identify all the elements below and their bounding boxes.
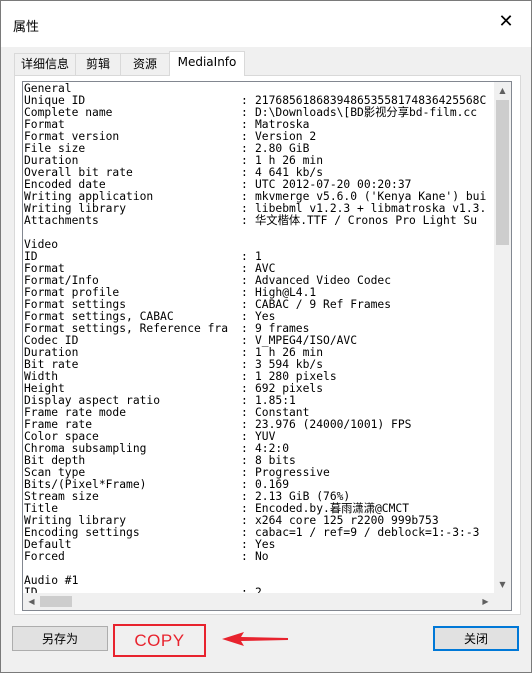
window-title: 属性 [13, 20, 40, 35]
mediainfo-text: General Unique ID:21768561868394865355817… [24, 83, 498, 594]
copy-annotation-box: COPY [113, 624, 206, 657]
close-button[interactable]: 关闭 [433, 626, 519, 651]
tab-mediainfo[interactable]: MediaInfo [169, 51, 245, 76]
mediainfo-value: CABAC / 9 Ref Frames [255, 298, 392, 311]
mediainfo-separator: : [241, 550, 248, 563]
tab-clip[interactable]: 剪辑 [75, 53, 121, 75]
save-as-button[interactable]: 另存为 [12, 626, 108, 651]
mediainfo-panel: General Unique ID:21768561868394865355817… [14, 75, 521, 615]
vertical-scrollbar[interactable]: ▲ ▼ [494, 82, 511, 593]
scroll-up-icon[interactable]: ▲ [494, 82, 511, 99]
horizontal-scroll-thumb[interactable] [40, 596, 72, 607]
tab-resources[interactable]: 资源 [120, 53, 170, 75]
scroll-down-icon[interactable]: ▼ [494, 576, 511, 593]
mediainfo-value: 华文楷体.TTF / Cronos Pro Light Su [255, 214, 478, 227]
title-bar: 属性 ✕ [1, 1, 531, 47]
mediainfo-label: Attachments [24, 214, 99, 227]
mediainfo-value: No [255, 550, 269, 563]
mediainfo-label: Forced [24, 550, 65, 563]
red-arrow-icon [222, 632, 288, 646]
mediainfo-separator: : [241, 214, 248, 227]
scrollbar-corner [494, 593, 511, 610]
tab-details[interactable]: 详细信息 [14, 53, 76, 75]
mediainfo-textbox[interactable]: General Unique ID:21768561868394865355817… [22, 81, 512, 611]
mediainfo-value: 23.976 (24000/1001) FPS [255, 418, 412, 431]
horizontal-scrollbar[interactable]: ◀ ▶ [23, 593, 494, 610]
close-icon[interactable]: ✕ [495, 11, 517, 33]
scroll-right-icon[interactable]: ▶ [477, 593, 494, 610]
mediainfo-value: cabac=1 / ref=9 / deblock=1:-3:-3 [255, 526, 480, 539]
vertical-scroll-thumb[interactable] [496, 100, 509, 245]
properties-dialog: 属性 ✕ 详细信息 剪辑 资源 MediaInfo General Unique … [0, 0, 532, 673]
scroll-left-icon[interactable]: ◀ [23, 593, 40, 610]
